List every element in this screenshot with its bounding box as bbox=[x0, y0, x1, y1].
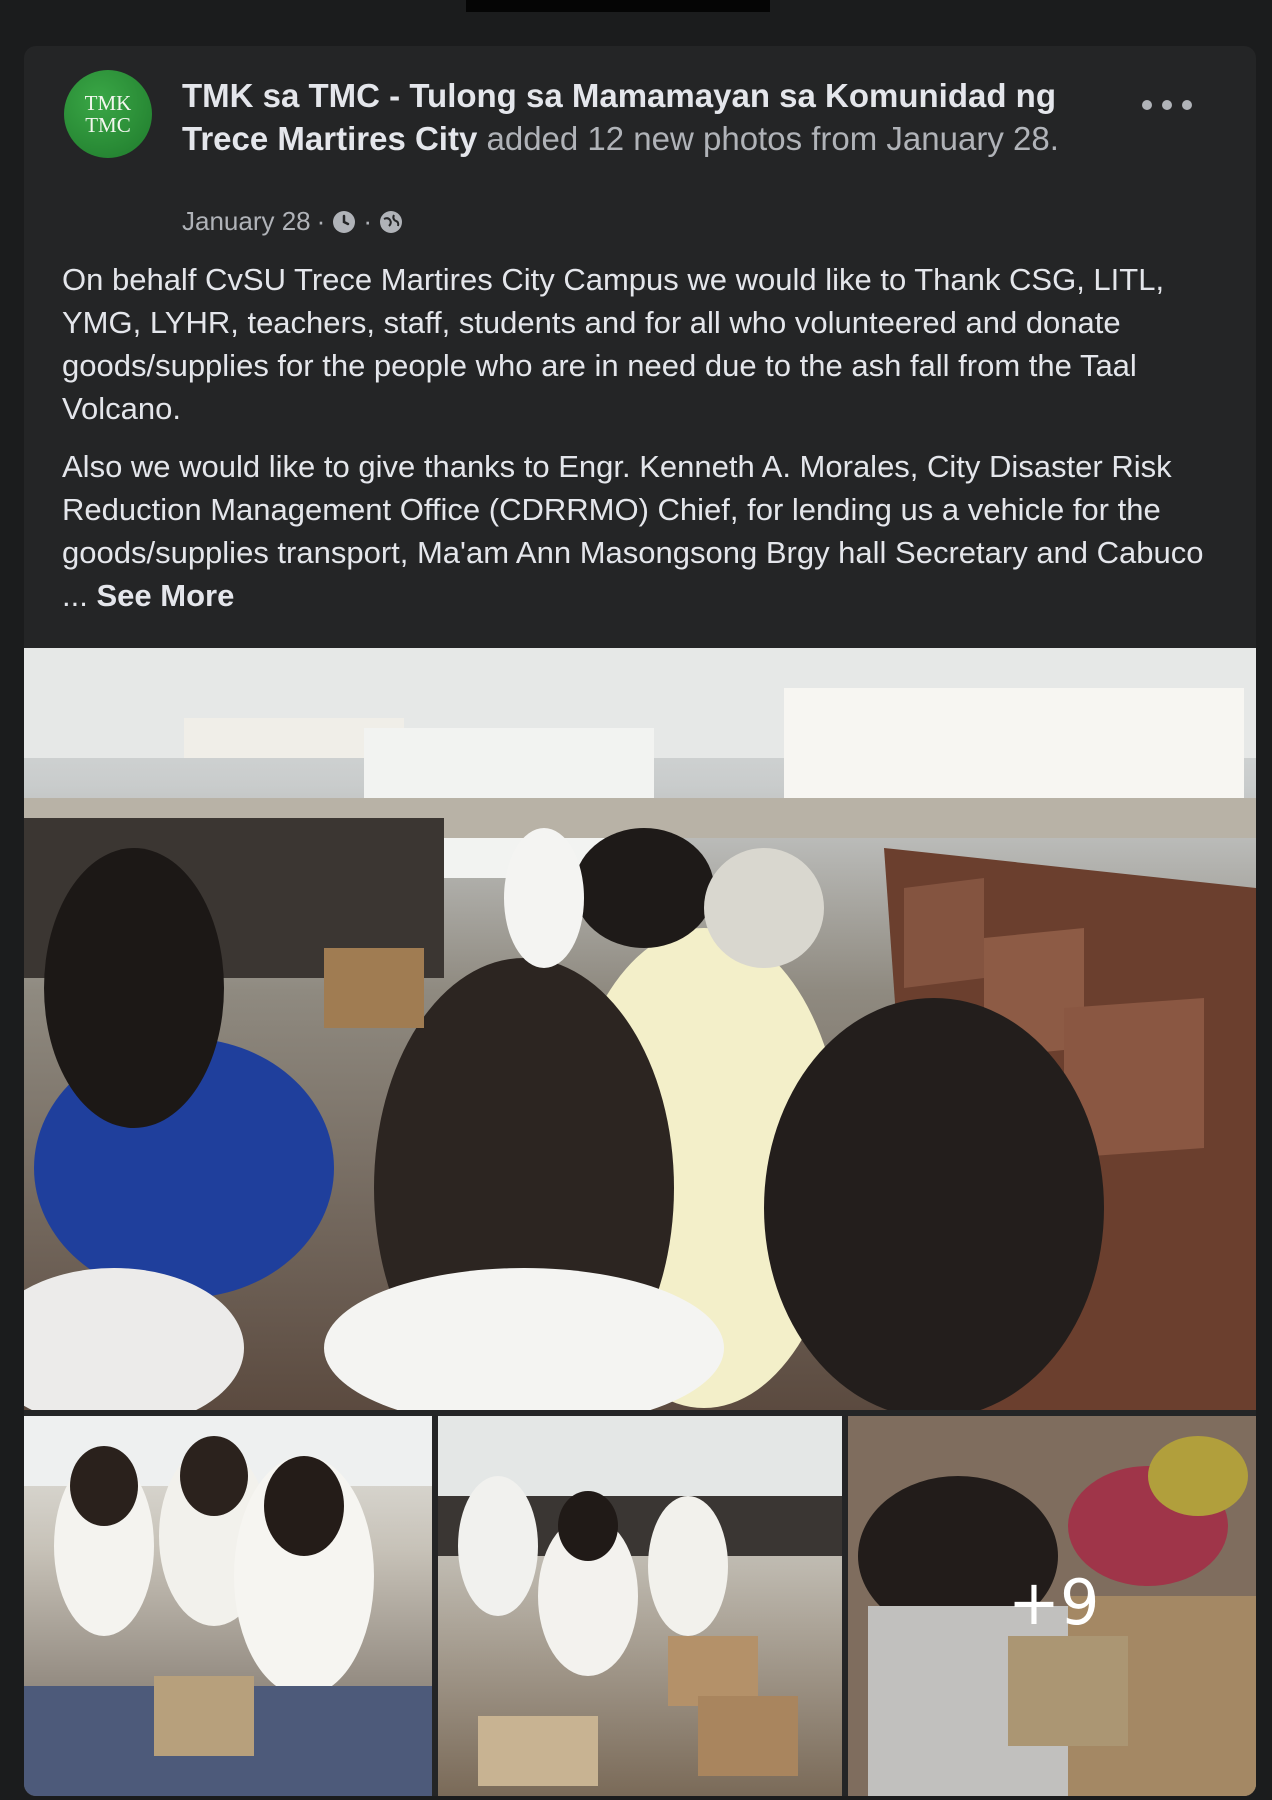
photo-thumbnail-2-illustration bbox=[438, 1416, 842, 1786]
post-headline: TMK sa TMC - Tulong sa Mamamayan sa Komu… bbox=[182, 74, 1112, 160]
post-action-text: added 12 new photos from January 28. bbox=[486, 120, 1059, 157]
photo-thumbnail-2[interactable] bbox=[438, 1416, 842, 1796]
photo-thumbnail-1[interactable] bbox=[24, 1416, 432, 1796]
post-date-link[interactable]: January 28 bbox=[182, 206, 311, 237]
photo-main[interactable] bbox=[24, 648, 1256, 1410]
page-avatar[interactable]: TMK TMC bbox=[64, 70, 152, 158]
post-meta: January 28 · · bbox=[182, 206, 404, 237]
post-body: On behalf CvSU Trece Martires City Campu… bbox=[62, 258, 1212, 632]
photo-thumbnail-3[interactable]: +9 bbox=[848, 1416, 1256, 1796]
more-photos-count[interactable]: +9 bbox=[1008, 1566, 1099, 1639]
photo-thumbnail-1-illustration bbox=[24, 1416, 432, 1796]
globe-icon[interactable] bbox=[378, 209, 404, 235]
top-bar bbox=[466, 0, 770, 12]
more-horizontal-icon bbox=[1142, 100, 1152, 110]
post-paragraph-2: Also we would like to give thanks to Eng… bbox=[62, 445, 1212, 617]
meta-separator-2: · bbox=[363, 206, 372, 236]
post-header: TMK TMC TMK sa TMC - Tulong sa Mamamayan… bbox=[64, 70, 1236, 250]
avatar-text-bottom: TMC bbox=[85, 113, 131, 137]
post-card: TMK TMC TMK sa TMC - Tulong sa Mamamayan… bbox=[24, 46, 1256, 1796]
clock-icon bbox=[333, 210, 356, 233]
post-options-button[interactable] bbox=[1142, 90, 1192, 120]
photo-main-illustration bbox=[24, 648, 1256, 1410]
meta-separator: · bbox=[316, 206, 326, 236]
post-paragraph-1: On behalf CvSU Trece Martires City Campu… bbox=[62, 262, 1165, 426]
see-more-link[interactable]: See More bbox=[96, 578, 234, 613]
avatar-text-top: TMK bbox=[84, 91, 132, 115]
